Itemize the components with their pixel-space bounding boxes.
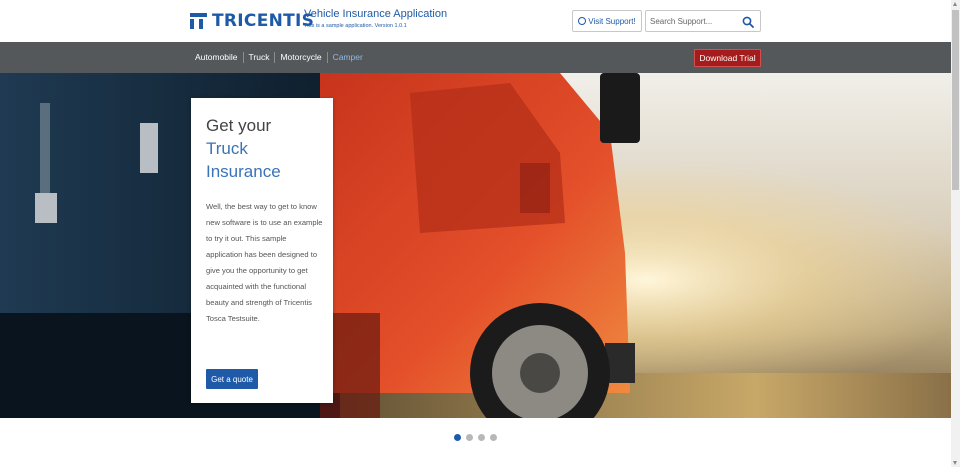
hero-title-line2: Truck	[206, 139, 248, 158]
carousel-dot-4[interactable]	[490, 434, 497, 441]
scroll-up-arrow-icon[interactable]	[953, 2, 957, 6]
carousel-dot-1[interactable]	[454, 434, 461, 441]
visit-support-button[interactable]: Visit Support!	[572, 10, 642, 32]
support-icon	[578, 17, 587, 25]
search-box	[645, 10, 761, 32]
visit-support-label: Visit Support!	[588, 16, 636, 26]
tricentis-logo-icon	[190, 13, 207, 29]
carousel-dot-3[interactable]	[478, 434, 485, 441]
nav-item-automobile[interactable]: Automobile	[195, 52, 244, 63]
site-header: TRICENTIS Vehicle Insurance Application …	[0, 0, 951, 42]
nav-item-motorcycle[interactable]: Motorcycle	[275, 52, 328, 63]
hero-title-line3: Insurance	[206, 162, 281, 181]
logo-text: TRICENTIS	[212, 11, 315, 31]
main-navbar: Automobile Truck Motorcycle Camper	[0, 42, 951, 73]
hero-title-line1: Get your	[206, 116, 272, 135]
hero-description: Well, the best way to get to know new so…	[206, 202, 323, 323]
search-input[interactable]	[650, 14, 740, 28]
get-quote-button[interactable]: Get a quote	[206, 369, 258, 389]
red-truck-photo	[0, 73, 951, 418]
scroll-thumb[interactable]	[952, 10, 959, 190]
carousel-dot-2[interactable]	[466, 434, 473, 441]
nav-item-truck[interactable]: Truck	[244, 52, 276, 63]
nav-item-camper[interactable]: Camper	[328, 52, 368, 63]
carousel-indicators	[454, 434, 502, 441]
search-icon[interactable]	[742, 16, 754, 28]
download-trial-button[interactable]: Download Trial	[694, 49, 761, 67]
hero-banner: Get your Truck Insurance Well, the best …	[0, 73, 951, 418]
nav-menu: Automobile Truck Motorcycle Camper	[195, 52, 368, 63]
tricentis-logo[interactable]: TRICENTIS	[190, 11, 314, 31]
hero-card: Get your Truck Insurance Well, the best …	[191, 98, 333, 403]
app-subtitle: This is a sample application. Version 1.…	[304, 23, 407, 29]
page-scrollbar[interactable]	[951, 0, 960, 467]
app-title: Vehicle Insurance Application	[304, 8, 448, 20]
scroll-down-arrow-icon[interactable]	[953, 461, 957, 465]
